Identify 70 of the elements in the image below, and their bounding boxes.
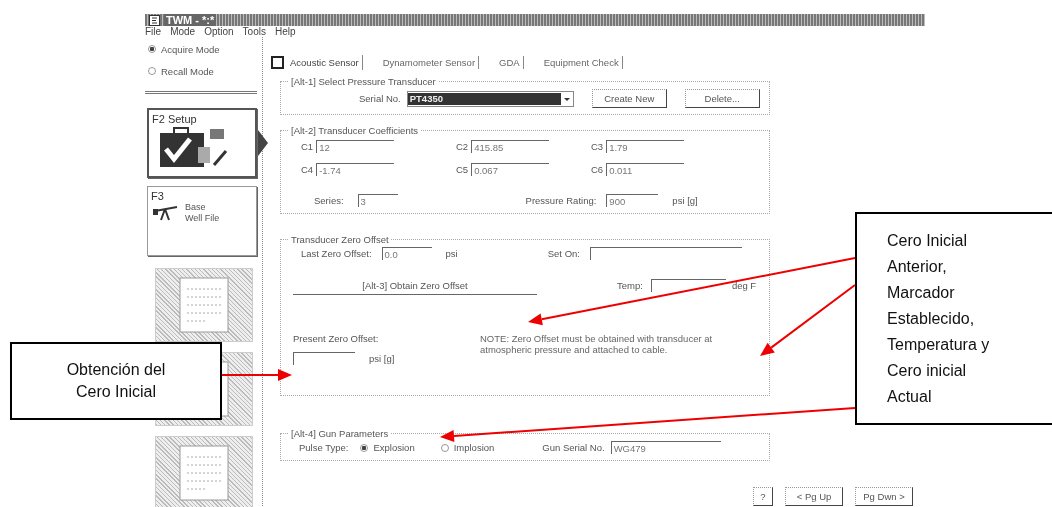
radio-button[interactable] bbox=[360, 443, 369, 452]
document-icon bbox=[179, 445, 229, 501]
input-field[interactable]: 3 bbox=[357, 194, 398, 207]
callout-text: Obtención del Cero Inicial bbox=[65, 360, 167, 402]
field-label: Last Zero Offset: bbox=[301, 248, 372, 259]
field-label: Gun Serial No. bbox=[542, 442, 605, 453]
field-label: Temp: bbox=[617, 280, 643, 291]
tab[interactable]: Dynamometer Sensor bbox=[376, 55, 480, 69]
unit-label: deg F bbox=[731, 280, 757, 291]
menu-item[interactable]: Tools bbox=[242, 26, 266, 37]
input-field[interactable]: -1.74 bbox=[316, 163, 395, 176]
input-field[interactable]: 0.067 bbox=[471, 163, 550, 176]
action-button[interactable]: Delete... bbox=[684, 89, 760, 108]
input-field[interactable] bbox=[650, 279, 726, 292]
window-title: TWM - *:* bbox=[164, 14, 217, 26]
field-label: Pressure Rating: bbox=[525, 195, 597, 206]
menu-item[interactable]: File bbox=[145, 26, 162, 37]
field-label: Set On: bbox=[547, 248, 580, 259]
annotation-arrow bbox=[221, 369, 292, 381]
field-label: Serial No. bbox=[359, 93, 401, 104]
field-label: C4 bbox=[301, 164, 314, 175]
pointer-icon bbox=[258, 130, 268, 156]
tab[interactable]: Acoustic Sensor bbox=[265, 54, 363, 70]
module-label: F2 Setup bbox=[152, 113, 197, 125]
action-button[interactable]: Create New bbox=[591, 89, 667, 108]
module-button[interactable]: F3 Base Well File bbox=[147, 186, 257, 256]
menu-item[interactable]: Help bbox=[274, 26, 296, 37]
serial-dropdown[interactable]: PT4350 bbox=[406, 90, 574, 107]
menu-item[interactable]: Option bbox=[204, 26, 234, 37]
input-field[interactable]: 415.85 bbox=[471, 140, 550, 153]
input-field[interactable]: 900 bbox=[606, 194, 659, 207]
nav-button[interactable]: < Pg Up bbox=[785, 487, 843, 506]
input-field[interactable]: 12 bbox=[316, 140, 395, 153]
note-text: NOTE: Zero Offset must be obtained with transducer at atmospheric pressure and attached to cable. bbox=[480, 333, 714, 355]
unit-label: psi bbox=[445, 248, 458, 259]
callout-text: Cero Inicial Anterior, Marcador Establecido, Temperatura y Cero inicial Actual bbox=[887, 230, 991, 407]
unit-label: psi [g] bbox=[369, 353, 395, 364]
input-field[interactable]: 1.79 bbox=[606, 140, 685, 153]
group-title: [Alt-1] Select Pressure Transducer bbox=[290, 76, 437, 87]
tab[interactable]: GDA bbox=[493, 55, 524, 69]
input-field[interactable]: WG479 bbox=[610, 441, 721, 454]
radio-button[interactable] bbox=[148, 45, 156, 53]
document-icon bbox=[179, 277, 229, 333]
app-icon bbox=[149, 14, 160, 26]
field-label: Series: bbox=[314, 195, 344, 206]
group-title: [Alt-2] Transducer Coefficients bbox=[290, 125, 420, 136]
input-field[interactable] bbox=[589, 247, 742, 260]
field-label: C1 bbox=[301, 141, 314, 152]
nav-button[interactable]: Pg Dwn > bbox=[855, 487, 913, 506]
input-field[interactable] bbox=[293, 352, 355, 365]
nav-button[interactable]: ? bbox=[753, 487, 773, 506]
tab[interactable]: Equipment Check bbox=[537, 55, 623, 69]
radio-label: Acquire Mode bbox=[161, 43, 220, 55]
group-title: Transducer Zero Offset bbox=[290, 234, 390, 245]
field-label: C5 bbox=[456, 164, 469, 175]
input-field[interactable]: 0.011 bbox=[606, 163, 685, 176]
radio-label: Implosion bbox=[453, 442, 495, 453]
input-field[interactable]: 0.0 bbox=[381, 247, 432, 260]
module-label: Base Well File bbox=[185, 202, 221, 224]
field-label: Present Zero Offset: bbox=[293, 333, 380, 344]
group-title: [Alt-4] Gun Parameters bbox=[290, 428, 390, 439]
module-label: F3 bbox=[151, 190, 164, 202]
unit-label: psi [g] bbox=[672, 195, 698, 206]
field-label: C2 bbox=[456, 141, 469, 152]
radio-label: Explosion bbox=[373, 442, 415, 453]
field-label: Pulse Type: bbox=[299, 442, 349, 453]
field-label: C6 bbox=[591, 164, 604, 175]
radio-label: Recall Mode bbox=[161, 65, 214, 77]
menu-item[interactable]: Mode bbox=[170, 26, 196, 37]
field-label: C3 bbox=[591, 141, 604, 152]
